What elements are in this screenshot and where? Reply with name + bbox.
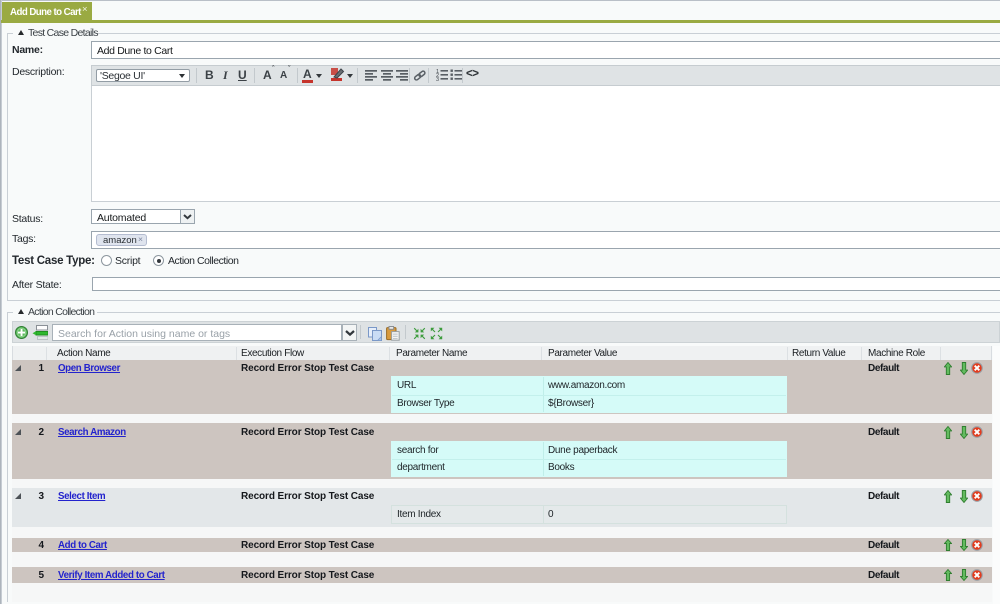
svg-text:3: 3	[436, 77, 439, 81]
